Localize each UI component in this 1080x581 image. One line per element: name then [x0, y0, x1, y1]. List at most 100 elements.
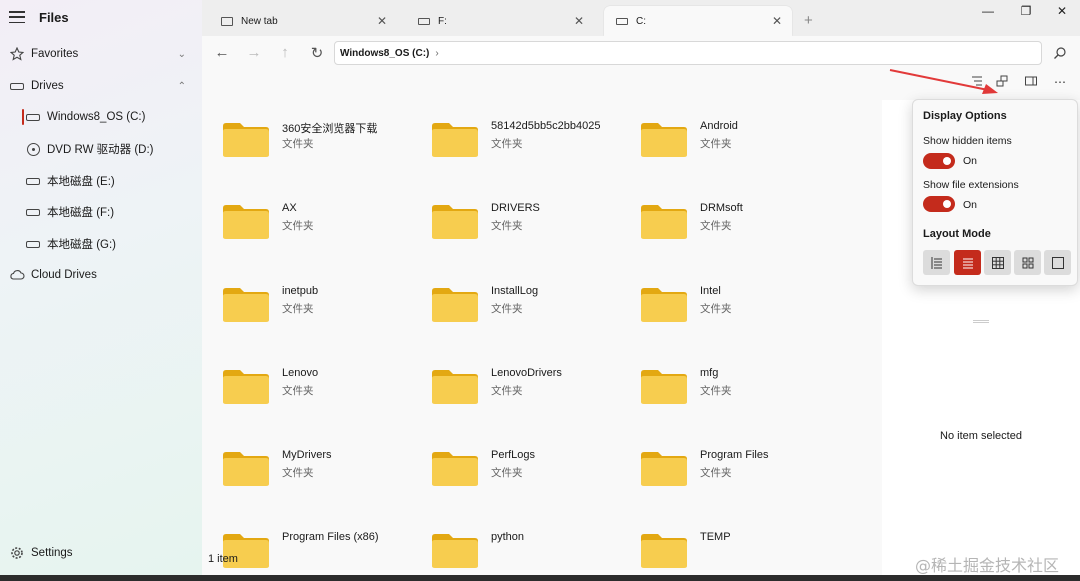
drive-icon — [24, 240, 42, 248]
folder-name: Intel — [700, 285, 721, 297]
tab-label: F: — [438, 15, 447, 27]
sidebar-item-label: Cloud Drives — [31, 269, 97, 281]
folder-item[interactable]: PerfLogs 文件夹 — [411, 429, 611, 486]
tab-c[interactable]: C: ✕ — [604, 6, 792, 36]
folder-item[interactable]: Intel 文件夹 — [620, 265, 820, 322]
hamburger-menu-icon[interactable] — [9, 11, 25, 23]
resize-handle-icon[interactable] — [973, 320, 989, 323]
drive-icon — [24, 113, 42, 121]
folder-name: inetpub — [282, 285, 319, 297]
drive-icon — [24, 208, 42, 216]
taskbar-strip — [0, 575, 1080, 581]
columns-layout-icon — [1051, 256, 1064, 269]
app-name: Files — [39, 9, 69, 25]
sidebar-item-drive-c[interactable]: Windows8_OS (C:) — [0, 102, 202, 132]
folder-item[interactable]: Program Files 文件夹 — [620, 429, 820, 486]
tiles-layout-icon — [991, 256, 1004, 269]
folder-item[interactable]: DRMsoft 文件夹 — [620, 182, 820, 239]
folder-item[interactable]: Lenovo 文件夹 — [202, 347, 402, 404]
watermark-text: @稀土掘金技术社区 — [915, 556, 1060, 575]
chevron-up-icon[interactable]: ⌃ — [178, 81, 186, 92]
sidebar-item-drive-g[interactable]: 本地磁盘 (G:) — [0, 229, 202, 259]
sidebar-item-cloud-drives[interactable]: Cloud Drives — [0, 260, 202, 290]
minimize-icon[interactable]: — — [972, 4, 1004, 22]
show-extensions-toggle[interactable] — [923, 196, 955, 212]
back-arrow-icon[interactable]: ← — [210, 44, 234, 64]
navigation-bar: ← → ↑ ↻ Windows8_OS (C:) › — [202, 36, 1080, 72]
folder-name: Program Files (x86) — [282, 531, 379, 543]
sidebar-item-label: Favorites — [31, 48, 79, 60]
add-tab-icon[interactable]: + — [804, 12, 813, 29]
layout-tiles-button[interactable] — [984, 250, 1011, 275]
folder-item[interactable]: Android 文件夹 — [620, 100, 820, 157]
folder-type: 文件夹 — [491, 138, 523, 150]
layout-grid-button[interactable] — [1014, 250, 1041, 275]
up-arrow-icon[interactable]: ↑ — [273, 44, 297, 64]
folder-type: 文件夹 — [491, 385, 523, 397]
drive-icon — [24, 177, 42, 185]
tab-label: New tab — [241, 15, 278, 27]
folder-icon — [223, 123, 269, 157]
folder-type: 文件夹 — [282, 303, 314, 315]
breadcrumb-segment[interactable]: Windows8_OS (C:) — [340, 48, 429, 59]
gear-icon — [8, 546, 26, 560]
folder-item[interactable]: AX 文件夹 — [202, 182, 402, 239]
folder-item[interactable]: mfg 文件夹 — [620, 347, 820, 404]
folder-item[interactable]: InstallLog 文件夹 — [411, 265, 611, 322]
search-icon[interactable] — [1053, 46, 1067, 63]
sidebar-item-label: 本地磁盘 (G:) — [47, 239, 116, 251]
more-options-icon[interactable]: ⋯ — [1050, 75, 1070, 93]
tab-new-tab[interactable]: New tab ✕ — [209, 6, 397, 36]
window-close-icon[interactable]: ✕ — [1046, 4, 1078, 22]
folder-icon — [223, 370, 269, 404]
refresh-icon[interactable]: ↻ — [305, 44, 329, 64]
folder-item[interactable]: DRIVERS 文件夹 — [411, 182, 611, 239]
status-bar-item-count: 1 item — [208, 553, 238, 565]
folder-name: MyDrivers — [282, 449, 332, 461]
sidebar-item-settings[interactable]: Settings — [0, 538, 202, 568]
close-icon[interactable]: ✕ — [574, 14, 584, 28]
dvd-icon — [24, 142, 42, 156]
folder-icon — [641, 123, 687, 157]
folder-name: Lenovo — [282, 367, 319, 379]
folder-item[interactable]: TEMP — [620, 511, 820, 568]
folder-item[interactable]: 360安全浏览器下载 文件夹 — [202, 100, 402, 157]
folder-type: 文件夹 — [491, 467, 523, 479]
folder-name: 360安全浏览器下载 — [282, 123, 378, 135]
sidebar-item-favorites[interactable]: Favorites ⌄ — [0, 39, 202, 69]
close-icon[interactable]: ✕ — [377, 14, 387, 28]
show-hidden-toggle[interactable] — [923, 153, 955, 169]
layout-list-button[interactable] — [954, 250, 981, 275]
folder-name: DRIVERS — [491, 202, 540, 214]
folder-item[interactable]: inetpub 文件夹 — [202, 265, 402, 322]
address-bar[interactable]: Windows8_OS (C:) › — [334, 41, 1042, 65]
folder-item[interactable]: MyDrivers 文件夹 — [202, 429, 402, 486]
grid-layout-icon — [1022, 257, 1033, 268]
show-extensions-label: Show file extensions — [923, 179, 1019, 191]
sidebar-item-drive-e[interactable]: 本地磁盘 (E:) — [0, 166, 202, 196]
folder-item[interactable]: 58142d5bb5c2bb4025 文件夹 — [411, 100, 611, 157]
cloud-icon — [8, 269, 26, 281]
tab-page-icon — [221, 16, 233, 26]
folder-item[interactable]: LenovoDrivers 文件夹 — [411, 347, 611, 404]
maximize-icon[interactable]: ❐ — [1010, 4, 1042, 22]
folder-icon — [641, 370, 687, 404]
close-icon[interactable]: ✕ — [772, 14, 782, 28]
folder-icon — [432, 123, 478, 157]
preview-pane-icon[interactable] — [1021, 75, 1041, 93]
folder-type: 文件夹 — [282, 138, 314, 150]
layout-details-button[interactable] — [923, 250, 950, 275]
folder-name: 58142d5bb5c2bb4025 — [491, 120, 601, 132]
sidebar-item-drives[interactable]: Drives ⌃ — [0, 71, 202, 101]
sidebar-item-drive-f[interactable]: 本地磁盘 (F:) — [0, 197, 202, 227]
chevron-right-icon[interactable]: › — [435, 48, 438, 59]
chevron-down-icon[interactable]: ⌄ — [178, 49, 186, 60]
layout-columns-button[interactable] — [1044, 250, 1071, 275]
tab-label: C: — [636, 15, 646, 27]
forward-arrow-icon[interactable]: → — [242, 44, 266, 64]
tab-f[interactable]: F: ✕ — [406, 6, 594, 36]
sidebar-item-label: 本地磁盘 (E:) — [47, 176, 115, 188]
folder-name: LenovoDrivers — [491, 367, 562, 379]
folder-item[interactable]: python — [411, 511, 611, 568]
sidebar-item-drive-d[interactable]: DVD RW 驱动器 (D:) — [0, 134, 202, 164]
